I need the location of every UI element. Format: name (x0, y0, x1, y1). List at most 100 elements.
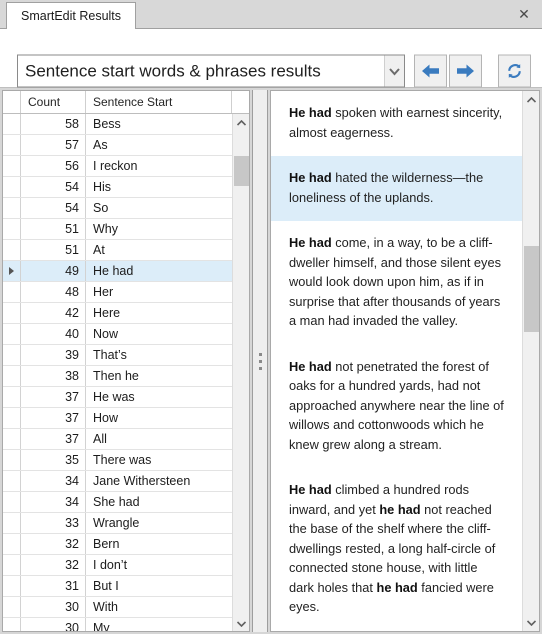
table-row[interactable]: 54 His (3, 177, 232, 198)
preview-sentence[interactable]: He had spoken with earnest sincerity, al… (271, 91, 522, 156)
cell-count: 56 (21, 156, 86, 176)
cell-count: 37 (21, 408, 86, 428)
cell-sentence-start: At (93, 243, 105, 257)
refresh-results-button[interactable] (498, 54, 531, 88)
cell-sentence-start: He was (93, 390, 135, 404)
preview-scrollbar[interactable] (522, 91, 539, 631)
cell-count: 33 (21, 513, 86, 533)
cell-count: 39 (21, 345, 86, 365)
row-marker (3, 408, 21, 428)
preview-scroll-up-icon[interactable] (523, 91, 539, 108)
highlighted-phrase: he had (376, 579, 418, 595)
preview-list: He had spoken with earnest sincerity, al… (271, 91, 522, 631)
row-marker (3, 240, 21, 260)
cell-count: 34 (21, 471, 86, 491)
row-marker (3, 387, 21, 407)
row-marker (3, 534, 21, 554)
cell-count: 58 (21, 114, 86, 134)
cell-sentence-start: But I (93, 579, 119, 593)
highlighted-phrase: He had (289, 105, 332, 120)
table-row[interactable]: 37 He was (3, 387, 232, 408)
table-row[interactable]: 30 With (3, 597, 232, 618)
grid-header-rowmark (3, 91, 21, 113)
table-row[interactable]: 49 He had (3, 261, 232, 282)
preview-sentence[interactable]: He had climbed a hundred rods inward, an… (271, 468, 522, 631)
cell-sentence-start: She had (93, 495, 140, 509)
panel-splitter[interactable] (252, 90, 268, 632)
highlighted-phrase: He had (289, 358, 332, 374)
row-marker (3, 303, 21, 323)
table-row[interactable]: 33 Wrangle (3, 513, 232, 534)
table-row[interactable]: 38 Then he (3, 366, 232, 387)
chevron-down-icon[interactable] (384, 55, 404, 87)
grid-header-sentence-start[interactable]: Sentence Start (86, 91, 232, 113)
tab-smartedit-results[interactable]: SmartEdit Results (6, 2, 137, 30)
sentence-preview-panel: He had spoken with earnest sincerity, al… (270, 90, 540, 632)
table-row[interactable]: 30 My (3, 618, 232, 631)
cell-sentence-start: Here (93, 306, 121, 320)
cell-count: 49 (21, 261, 86, 281)
preview-sentence[interactable]: He had not penetrated the forest of oaks… (271, 344, 522, 468)
table-row[interactable]: 32 Bern (3, 534, 232, 555)
cell-count: 51 (21, 219, 86, 239)
table-row[interactable]: 42 Here (3, 303, 232, 324)
row-marker (3, 492, 21, 512)
cell-sentence-start: As (93, 138, 108, 152)
cell-sentence-start: Why (93, 222, 118, 236)
previous-result-button[interactable] (414, 54, 447, 88)
table-row[interactable]: 48 Her (3, 282, 232, 303)
table-row[interactable]: 39 That’s (3, 345, 232, 366)
cell-count: 48 (21, 282, 86, 302)
highlighted-phrase: He had (289, 235, 332, 250)
cell-count: 57 (21, 135, 86, 155)
highlighted-phrase: He had (289, 482, 332, 497)
grid-scrollbar-thumb[interactable] (234, 156, 249, 186)
table-row[interactable]: 54 So (3, 198, 232, 219)
preview-scroll-down-icon[interactable] (523, 614, 539, 631)
scroll-up-icon[interactable] (233, 114, 249, 131)
table-row[interactable]: 40 Now (3, 324, 232, 345)
table-row[interactable]: 57 As (3, 135, 232, 156)
table-row[interactable]: 31 But I (3, 576, 232, 597)
current-row-arrow-icon (9, 267, 14, 275)
cell-count: 54 (21, 177, 86, 197)
table-row[interactable]: 37 How (3, 408, 232, 429)
close-icon[interactable]: ✕ (514, 4, 534, 24)
table-row[interactable]: 34 She had (3, 492, 232, 513)
preview-scrollbar-thumb[interactable] (524, 246, 539, 332)
table-row[interactable]: 35 There was (3, 450, 232, 471)
report-type-select[interactable]: Sentence start words & phrases results (17, 54, 405, 88)
results-grid: Count Sentence Start 58 Bess 57 As 56 I recko… (2, 90, 250, 632)
refresh-icon (505, 62, 524, 81)
cell-sentence-start: Then he (93, 369, 139, 383)
row-marker (3, 156, 21, 176)
smartedit-results-window: SmartEdit Results ✕ Sentence start words… (0, 0, 542, 634)
preview-sentence[interactable]: He had shot a masked outlaw the (271, 630, 522, 631)
grid-scrollbar[interactable] (232, 114, 249, 631)
cell-count: 42 (21, 303, 86, 323)
row-marker (3, 114, 21, 134)
row-marker (3, 261, 21, 281)
table-row[interactable]: 37 All (3, 429, 232, 450)
highlighted-phrase: he had (379, 501, 421, 517)
cell-count: 37 (21, 387, 86, 407)
cell-sentence-start: How (93, 411, 119, 425)
cell-sentence-start: He had (93, 264, 134, 278)
cell-count: 54 (21, 198, 86, 218)
cell-count: 31 (21, 576, 86, 596)
table-row[interactable]: 34 Jane Withersteen (3, 471, 232, 492)
grid-header-count[interactable]: Count (21, 91, 86, 113)
table-row[interactable]: 51 Why (3, 219, 232, 240)
grid-rows: 58 Bess 57 As 56 I reckon 54 His 54 So 51 Why 51 At 49… (3, 114, 232, 631)
table-row[interactable]: 32 I don’t (3, 555, 232, 576)
table-row[interactable]: 51 At (3, 240, 232, 261)
preview-sentence[interactable]: He had come, in a way, to be a cliff-dwe… (271, 221, 522, 345)
preview-sentence[interactable]: He had hated the wilderness—the loneline… (271, 156, 522, 221)
row-marker (3, 555, 21, 575)
row-marker (3, 177, 21, 197)
table-row[interactable]: 56 I reckon (3, 156, 232, 177)
table-row[interactable]: 58 Bess (3, 114, 232, 135)
next-result-button[interactable] (449, 54, 482, 88)
cell-sentence-start: Wrangle (93, 516, 140, 530)
scroll-down-icon[interactable] (233, 615, 249, 631)
